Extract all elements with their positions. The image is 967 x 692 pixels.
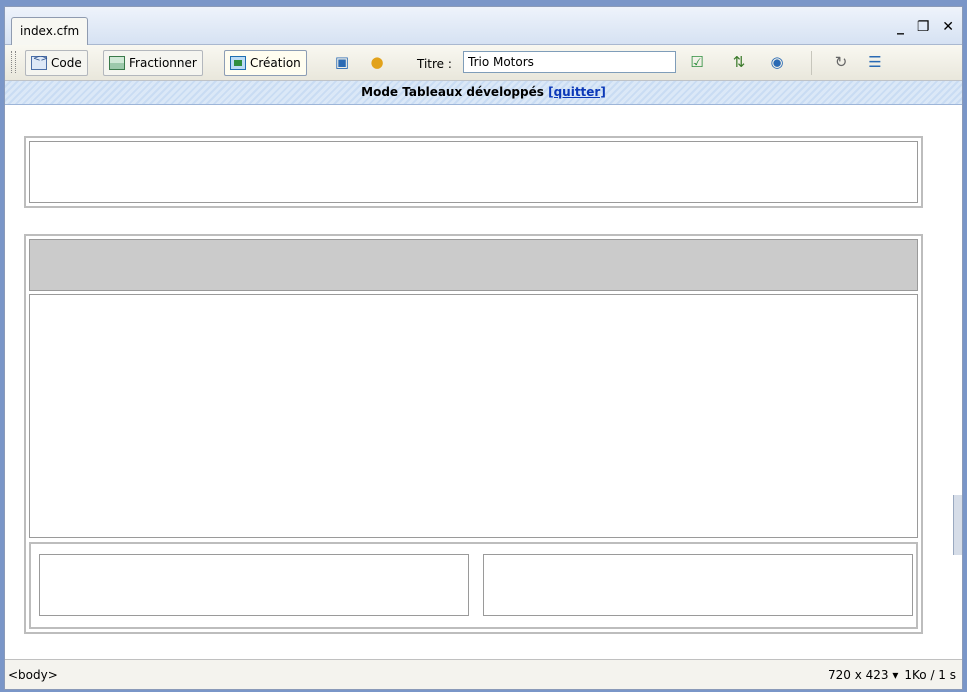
document-tab-bar: index.cfm _ ❐ ✕ bbox=[5, 7, 962, 45]
status-bar: <body> 720 x 423 ▾ 1Ko / 1 s bbox=[5, 659, 962, 689]
window-size-dropdown[interactable]: 720 x 423 ▾ bbox=[828, 668, 898, 682]
code-view-icon bbox=[31, 54, 48, 70]
close-icon[interactable]: ✕ bbox=[942, 19, 954, 35]
window-controls: _ ❐ ✕ bbox=[889, 19, 954, 35]
design-view-label: Création bbox=[250, 56, 301, 70]
toolbar-separator bbox=[811, 51, 812, 75]
content-cell[interactable] bbox=[29, 294, 918, 538]
title-label: Titre : bbox=[417, 57, 452, 71]
view-options-icon[interactable]: ☰ bbox=[865, 53, 885, 71]
document-window: index.cfm _ ❐ ✕ Code Fractionner Créatio… bbox=[4, 6, 963, 690]
chevron-down-icon: ▾ bbox=[892, 668, 899, 682]
document-tab[interactable]: index.cfm bbox=[11, 17, 89, 45]
validate-markup-icon[interactable]: ☑ bbox=[687, 53, 707, 71]
footer-nested-table[interactable] bbox=[29, 542, 918, 629]
refresh-icon[interactable]: ↻ bbox=[831, 53, 851, 71]
download-size: 1Ko / 1 s bbox=[904, 668, 956, 682]
panel-collapse-handle[interactable] bbox=[953, 495, 962, 555]
server-debug-icon[interactable]: ● bbox=[367, 53, 387, 71]
restore-icon[interactable]: ❐ bbox=[917, 19, 930, 35]
preview-browser-icon[interactable]: ◉ bbox=[767, 53, 787, 71]
exit-mode-link[interactable]: [quitter] bbox=[548, 85, 606, 99]
main-table[interactable] bbox=[24, 234, 923, 634]
design-view-button[interactable]: Création bbox=[224, 50, 307, 76]
header-cell[interactable] bbox=[29, 141, 918, 203]
title-input[interactable] bbox=[463, 51, 676, 73]
banner-cell[interactable] bbox=[29, 239, 918, 291]
split-view-label: Fractionner bbox=[129, 56, 197, 70]
expanded-tables-mode-bar: Mode Tableaux développés [quitter] bbox=[5, 81, 962, 105]
design-view-icon bbox=[230, 56, 246, 70]
mode-label: Mode Tableaux développés bbox=[361, 85, 544, 99]
header-table[interactable] bbox=[24, 136, 923, 208]
window-size-value: 720 x 423 bbox=[827, 668, 889, 682]
tag-selector-body[interactable]: <body> bbox=[8, 668, 58, 682]
document-toolbar: Code Fractionner Création ▣ ● Titre : ☑ … bbox=[5, 45, 962, 81]
status-info: 720 x 423 ▾ 1Ko / 1 s bbox=[828, 668, 956, 682]
code-view-label: Code bbox=[51, 56, 82, 70]
code-view-button[interactable]: Code bbox=[25, 50, 88, 76]
file-management-icon[interactable]: ⇅ bbox=[729, 53, 749, 71]
design-canvas[interactable] bbox=[5, 105, 962, 659]
split-view-button[interactable]: Fractionner bbox=[103, 50, 203, 76]
minimize-icon[interactable]: _ bbox=[897, 19, 904, 35]
toolbar-grip[interactable] bbox=[11, 51, 16, 73]
footer-left-cell[interactable] bbox=[39, 554, 469, 616]
live-data-icon[interactable]: ▣ bbox=[332, 53, 352, 71]
split-view-icon bbox=[109, 56, 125, 70]
footer-right-cell[interactable] bbox=[483, 554, 913, 616]
